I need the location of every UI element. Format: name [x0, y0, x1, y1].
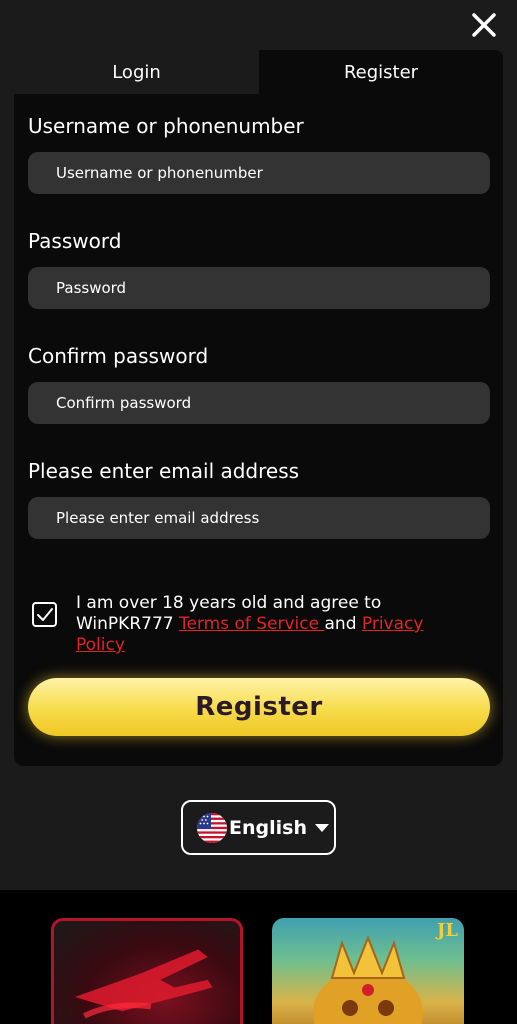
agreement-conjunction: and — [324, 614, 362, 634]
close-icon — [472, 13, 496, 37]
aviator-game-tile[interactable] — [51, 918, 243, 1024]
password-label: Password — [28, 229, 122, 253]
checkmark-icon — [36, 607, 53, 621]
language-label: English — [229, 816, 307, 839]
email-input[interactable] — [28, 497, 490, 539]
tab-register[interactable]: Register — [259, 50, 503, 94]
confirm-password-label: Confirm password — [28, 344, 209, 368]
confirm-password-input[interactable] — [28, 382, 490, 424]
language-selector[interactable]: English — [181, 800, 336, 855]
terms-of-service-link[interactable]: Terms of Service — [179, 614, 325, 634]
password-input[interactable] — [28, 267, 490, 309]
caret-down-icon — [314, 823, 329, 832]
email-label: Please enter email address — [28, 459, 300, 483]
games-strip: JL — [0, 890, 517, 1024]
jl-badge: JL — [436, 920, 458, 941]
temple-game-tile[interactable]: JL — [272, 918, 464, 1024]
auth-tabs: Login Register — [14, 50, 503, 94]
register-submit-button[interactable]: Register — [28, 678, 490, 736]
agree-checkbox[interactable] — [32, 602, 57, 627]
us-flag-icon — [197, 812, 227, 843]
airplane-icon — [74, 949, 213, 1019]
close-button[interactable] — [469, 10, 499, 40]
tab-login[interactable]: Login — [14, 50, 259, 94]
agreement-text: I am over 18 years old and agree to WinP… — [76, 593, 476, 656]
register-form: Username or phonenumber Password Confirm… — [14, 94, 503, 766]
auth-card: Login Register Username or phonenumber P… — [14, 50, 503, 766]
username-input[interactable] — [28, 152, 490, 194]
username-label: Username or phonenumber — [28, 114, 304, 138]
golden-mask-icon — [313, 935, 423, 1024]
